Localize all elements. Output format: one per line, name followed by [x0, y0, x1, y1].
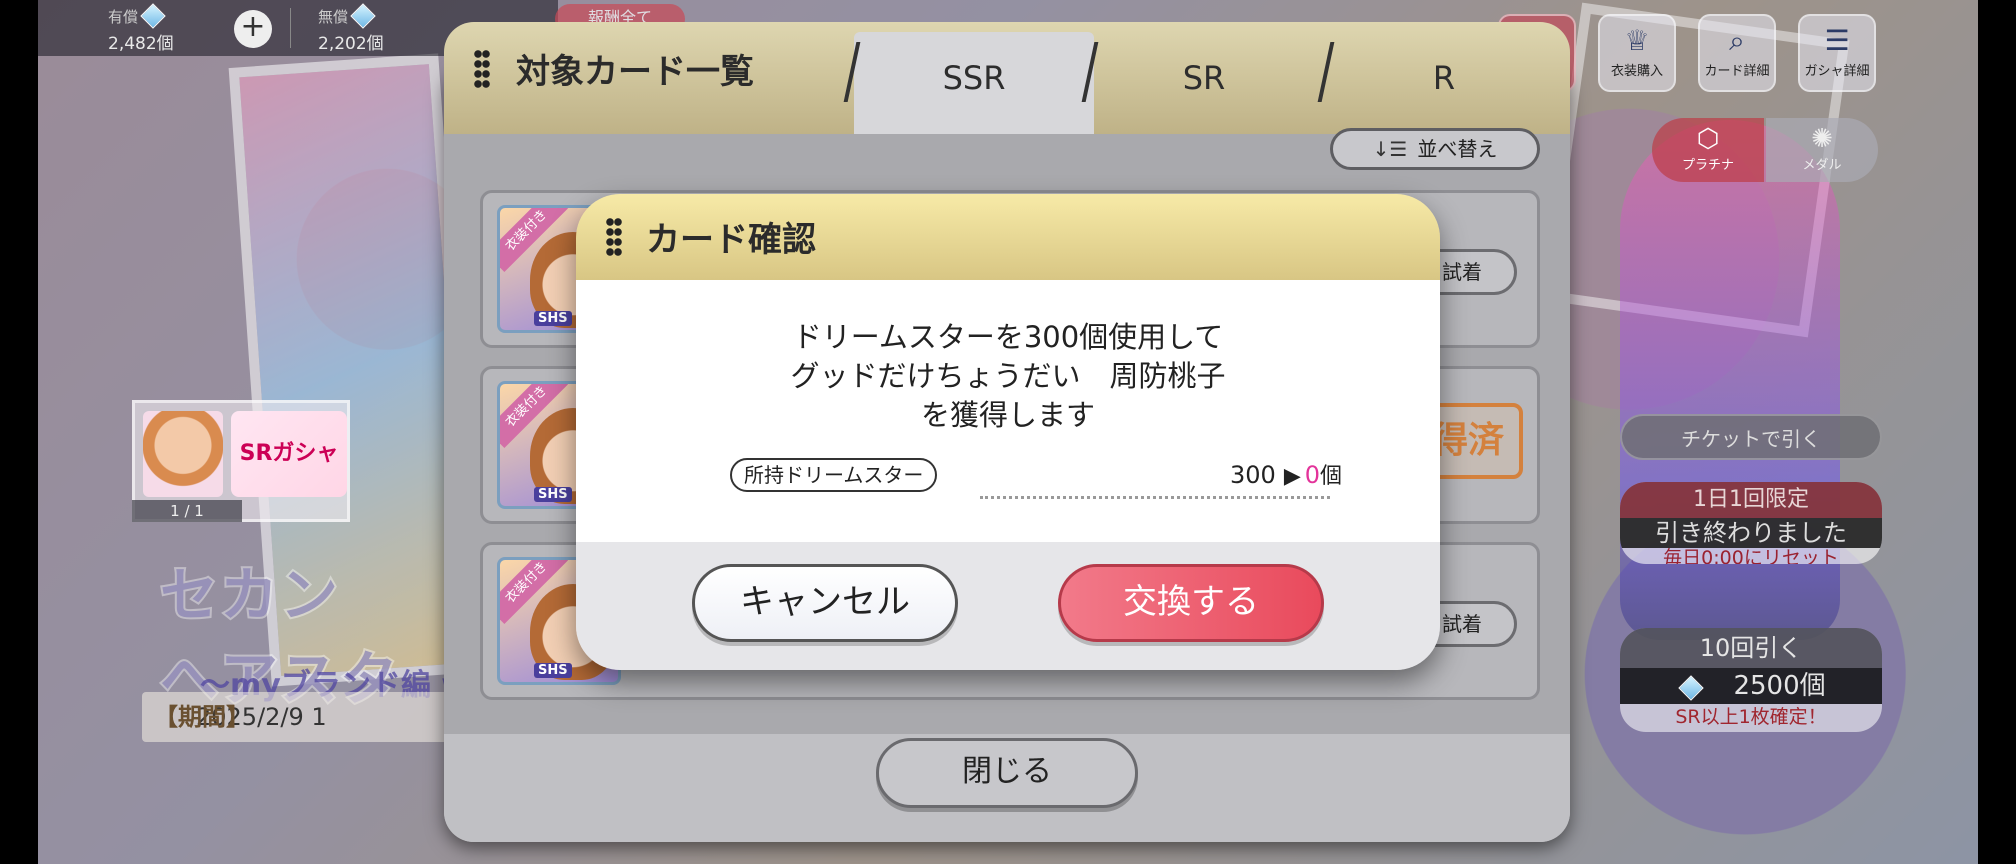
costume-shop-button[interactable]: ♕ 衣装購入 [1598, 14, 1676, 92]
daily-draw-button[interactable]: 1日1回限定 引き終わりました 毎日0:00にリセット [1620, 482, 1882, 564]
gem-icon [140, 3, 166, 29]
dotted-leader [980, 496, 1330, 499]
tab-ssr[interactable]: SSR [854, 32, 1094, 134]
platinum-toggle[interactable]: ⬡ プラチナ [1652, 118, 1764, 182]
owned-dreamstar-value: 300 ▶ 0個 [1230, 461, 1343, 489]
dialog-body: ドリームスターを300個使用して グッドだけちょうだい 周防桃子 を獲得します … [576, 280, 1440, 542]
divider [290, 8, 291, 48]
panel-header: 対象カード一覧 SSR SR R [444, 22, 1570, 134]
panel-title: 対象カード一覧 [474, 44, 754, 93]
close-button[interactable]: 閉じる [876, 738, 1138, 808]
free-currency-value: 2,202個 [318, 34, 384, 54]
ticket-draw-button[interactable]: チケットで引く [1620, 414, 1882, 460]
tab-r[interactable]: R [1324, 32, 1564, 134]
sr-gacha-logo: SRガシャ [231, 411, 347, 497]
card-detail-button[interactable]: ⌕ カード詳細 [1698, 14, 1776, 92]
medal-icon: ✺ [1811, 124, 1833, 154]
cancel-button[interactable]: キャンセル [692, 564, 958, 642]
sort-button[interactable]: ↓☰ 並べ替え [1330, 128, 1540, 170]
dialog-message: ドリームスターを300個使用して グッドだけちょうだい 周防桃子 を獲得します [790, 320, 1226, 432]
free-currency: 無償 2,202個 [318, 3, 384, 54]
card-confirm-dialog: カード確認 ドリームスターを300個使用して グッドだけちょうだい 周防桃子 を… [576, 194, 1440, 670]
costume-icon: ♕ [1624, 24, 1650, 57]
drag-handle-icon [606, 217, 622, 257]
exchange-button[interactable]: 交換する [1058, 564, 1324, 642]
gacha-detail-button[interactable]: ☰ ガシャ詳細 [1798, 14, 1876, 92]
gem-icon [1678, 675, 1705, 701]
owned-dreamstar-row: 所持ドリームスター 300 ▶ 0個 [730, 458, 1342, 500]
idol-portrait [143, 411, 223, 497]
gem-icon [350, 3, 376, 29]
paid-currency-value: 2,482個 [108, 34, 174, 54]
add-currency-button[interactable]: + [234, 10, 272, 48]
dialog-title: カード確認 [606, 212, 816, 261]
medal-toggle[interactable]: ✺ メダル [1766, 118, 1878, 182]
drag-handle-icon [474, 49, 490, 89]
owned-dreamstar-label: 所持ドリームスター [730, 458, 938, 492]
arrow-right-icon: ▶ [1283, 464, 1301, 489]
sort-icon: ↓☰ [1372, 137, 1408, 161]
card-search-icon: ⌕ [1729, 24, 1745, 57]
list-search-icon: ☰ [1824, 24, 1850, 57]
ten-draw-button[interactable]: 10回引く 2500個 SR以上1枚確定！ [1620, 628, 1882, 732]
paid-currency: 有償 2,482個 [108, 3, 174, 54]
tab-sr[interactable]: SR [1084, 32, 1324, 134]
dialog-footer: キャンセル 交換する [576, 542, 1440, 670]
gacha-period: 【期間】 2025/2/9 1 [142, 692, 472, 742]
dialog-header: カード確認 [576, 194, 1440, 280]
hexagon-icon: ⬡ [1696, 124, 1720, 154]
banner-page-indicator: 1 / 1 [132, 500, 242, 522]
letterbox-right [1978, 0, 2016, 864]
letterbox-left [0, 0, 38, 864]
ten-draw-cost: 2500個 [1620, 668, 1882, 704]
